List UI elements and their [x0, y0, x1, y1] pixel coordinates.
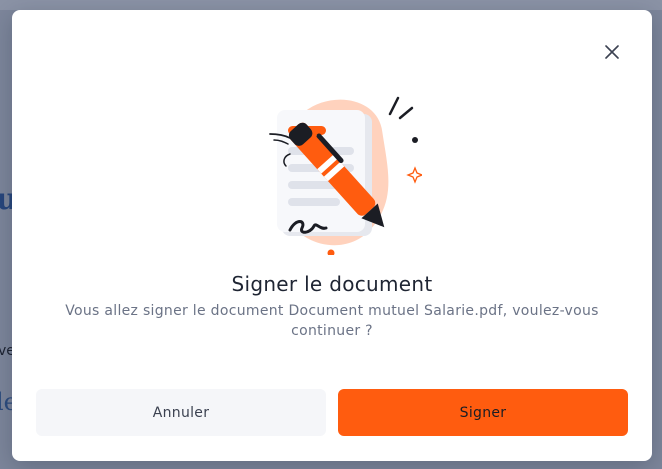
sign-document-dialog: Signer le document Vous allez signer le …	[12, 10, 652, 461]
dialog-title: Signer le document	[231, 272, 433, 296]
backdrop-top	[0, 0, 662, 10]
close-icon	[605, 45, 619, 59]
close-button[interactable]	[602, 42, 622, 62]
dialog-message: Vous allez signer le document Document m…	[65, 303, 599, 339]
cancel-button[interactable]: Annuler	[36, 389, 326, 436]
sign-button[interactable]: Signer	[338, 389, 628, 436]
pen-signing-document-icon	[252, 90, 424, 257]
